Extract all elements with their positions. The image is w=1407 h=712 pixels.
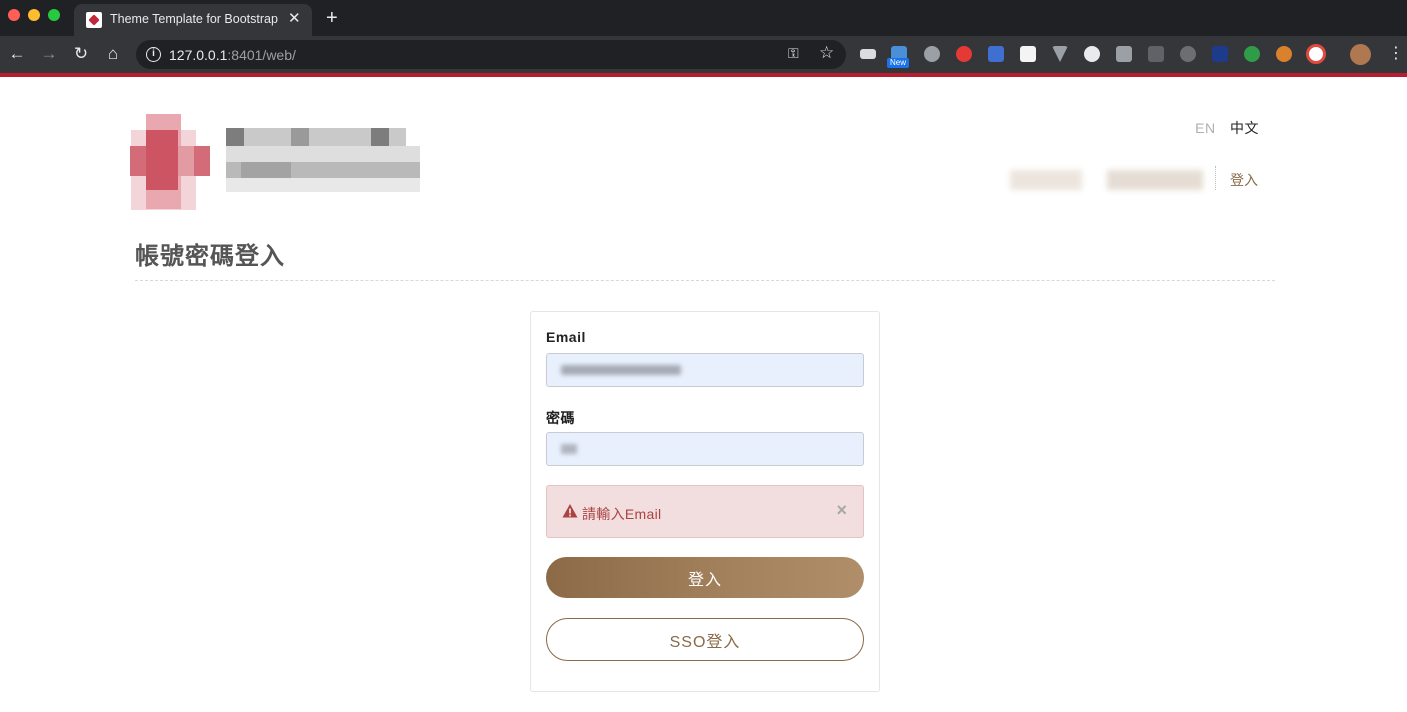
key-icon[interactable]: ⚿ [788,45,799,62]
back-arrow-icon[interactable]: ← [6,43,28,65]
lang-en-link[interactable]: EN [1195,120,1215,136]
user-avatar[interactable] [1350,44,1371,65]
tab-close-icon[interactable]: ✕ [288,10,301,28]
alert-message: 請輸入Email [582,506,662,522]
bookmark-star-icon[interactable]: ☆ [819,43,834,63]
download-extension-icon[interactable] [988,46,1004,62]
settings-extension-icon[interactable] [1180,46,1196,62]
new-badge: New [887,58,910,68]
password-value-redacted [561,444,577,454]
owl-extension-icon[interactable] [1276,46,1292,62]
email-label: Email [546,329,586,345]
email-value-redacted [561,365,681,375]
mail-extension-icon[interactable] [860,49,876,59]
close-window-button[interactable] [8,9,20,21]
browser-toolbar: ← → ↻ ⌂ i 127.0.0.1:8401/web/ ⚿ ☆ New ⋮ [0,36,1407,73]
stop-extension-icon[interactable] [956,46,972,62]
browser-tab-bar: Theme Template for Bootstrap ✕ + [0,0,1407,36]
warning-icon [562,504,578,518]
reload-icon[interactable]: ↻ [70,43,92,65]
circle-extension-icon[interactable] [1084,46,1100,62]
vue-extension-icon[interactable] [1052,46,1068,62]
lang-zh-link[interactable]: 中文 [1230,120,1259,136]
nav-divider [1215,166,1216,190]
address-bar[interactable]: i 127.0.0.1:8401/web/ ⚿ ☆ [136,40,846,69]
site-logo[interactable] [96,100,456,210]
login-card: Email 密碼 請輸入Email × 登入 SSO登入 [530,311,880,692]
nav-item-redacted-2[interactable] [1107,170,1203,190]
alert-close-icon[interactable]: × [836,500,847,521]
maximize-window-button[interactable] [48,9,60,21]
square-extension-icon[interactable] [1212,46,1228,62]
minimize-window-button[interactable] [28,9,40,21]
password-field[interactable] [546,432,864,466]
tv-extension-icon[interactable] [1148,46,1164,62]
accent-strip [0,73,1407,77]
nav-login-link[interactable]: 登入 [1230,170,1258,190]
nav-item-redacted-1[interactable] [1010,170,1082,190]
tab-title: Theme Template for Bootstrap [110,12,278,26]
login-button[interactable]: 登入 [546,557,864,598]
evernote-extension-icon[interactable] [1244,46,1260,62]
browser-tab[interactable]: Theme Template for Bootstrap ✕ [74,4,312,36]
error-alert: 請輸入Email × [546,485,864,538]
forward-arrow-icon[interactable]: → [38,43,60,65]
info-icon[interactable]: i [146,47,161,62]
favicon-icon [86,12,102,28]
new-tab-icon[interactable]: + [326,6,338,30]
url-text[interactable]: 127.0.0.1:8401/web/ [169,47,296,63]
gear-extension-icon[interactable] [924,46,940,62]
profile-extension-icon[interactable] [1306,44,1326,64]
title-divider [135,280,1275,281]
home-icon[interactable]: ⌂ [102,43,124,65]
calendar-extension-icon[interactable] [1020,46,1036,62]
language-switcher: EN 中文 [1195,118,1259,138]
page-title: 帳號密碼登入 [135,243,285,270]
password-label: 密碼 [546,410,575,426]
more-menu-icon[interactable]: ⋮ [1388,44,1404,64]
sso-login-button[interactable]: SSO登入 [546,618,864,661]
chat-extension-icon[interactable] [1116,46,1132,62]
